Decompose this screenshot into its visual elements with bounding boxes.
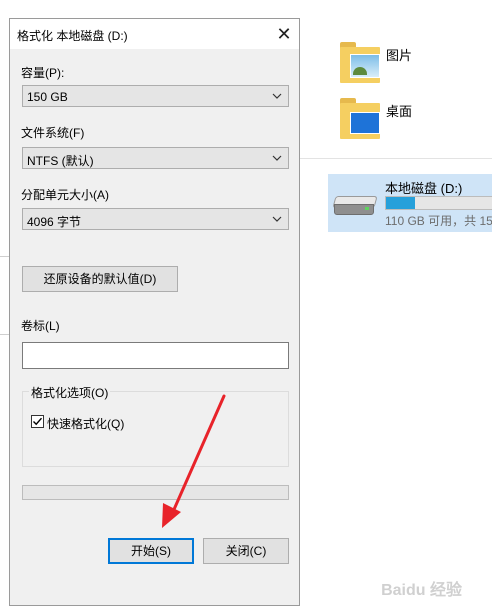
folder-label: 图片 (386, 48, 413, 63)
filesystem-label: 文件系统(F) (21, 126, 85, 140)
dialog-title: 格式化 本地磁盘 (D:) (17, 29, 128, 43)
allocation-value: 4096 字节 (27, 215, 82, 229)
quick-format-label: 快速格式化(Q) (47, 417, 125, 431)
dialog-titlebar[interactable]: 格式化 本地磁盘 (D:) ✕ (10, 19, 299, 49)
hard-drive-icon (332, 196, 378, 215)
format-dialog: 格式化 本地磁盘 (D:) ✕ 容量(P): 150 GB 文件系统(F) NT… (9, 18, 300, 606)
chevron-down-icon (272, 93, 282, 99)
format-options-title: 格式化选项(O) (29, 384, 111, 401)
folder-item-desktop[interactable]: 桌面 (340, 98, 412, 140)
drive-free-space: 110 GB 可用，共 15 (385, 214, 492, 228)
folder-label: 桌面 (386, 104, 413, 119)
quick-format-checkbox[interactable] (31, 415, 44, 428)
drive-usage-bar (385, 196, 492, 210)
watermark: Baidu 经验 (381, 582, 462, 599)
drive-usage-fill (386, 197, 415, 209)
chevron-down-icon (272, 155, 282, 161)
folder-item-pictures[interactable]: 图片 (340, 42, 412, 84)
desktop-folder-icon (340, 98, 380, 140)
chevron-down-icon (272, 216, 282, 222)
drive-name: 本地磁盘 (D:) (385, 181, 463, 196)
format-progress-bar (22, 485, 289, 500)
capacity-value: 150 GB (27, 90, 68, 104)
volume-label-label: 卷标(L) (21, 319, 60, 333)
start-button[interactable]: 开始(S) (108, 538, 194, 564)
allocation-select[interactable]: 4096 字节 (22, 208, 289, 230)
filesystem-select[interactable]: NTFS (默认) (22, 147, 289, 169)
capacity-label: 容量(P): (21, 66, 65, 80)
restore-defaults-button[interactable]: 还原设备的默认值(D) (22, 266, 178, 292)
filesystem-value: NTFS (默认) (27, 154, 94, 168)
checkmark-icon (33, 417, 43, 426)
screen: 图片 桌面 本地磁盘 (D:) 110 GB 可用，共 15 格式化 本地磁盘 … (0, 0, 492, 606)
allocation-label: 分配单元大小(A) (21, 188, 109, 202)
volume-label-input[interactable] (22, 342, 289, 369)
close-icon[interactable]: ✕ (273, 23, 295, 45)
pictures-folder-icon (340, 42, 380, 84)
capacity-select[interactable]: 150 GB (22, 85, 289, 107)
explorer-divider (300, 158, 492, 159)
drive-item-d[interactable]: 本地磁盘 (D:) 110 GB 可用，共 15 (328, 174, 492, 232)
close-button[interactable]: 关闭(C) (203, 538, 289, 564)
